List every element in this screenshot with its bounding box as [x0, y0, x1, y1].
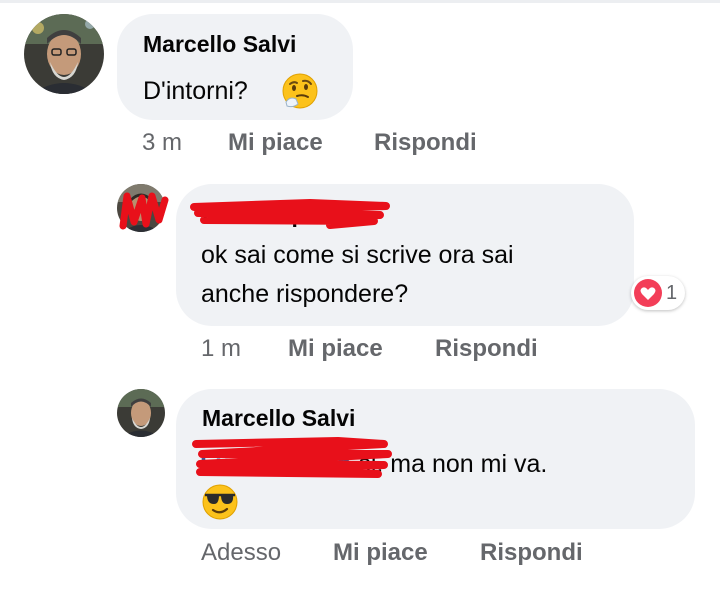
comment-text: D'intorni?	[143, 77, 248, 105]
comment-text-line: anche rispondere?	[201, 280, 409, 308]
thinking-face-icon	[281, 72, 319, 110]
comment-author[interactable]: Marcello Salvi	[143, 31, 296, 58]
smiling-face-with-sunglasses-icon	[201, 483, 239, 521]
reply-button[interactable]: Rispondi	[435, 335, 538, 363]
heart-icon	[634, 279, 662, 307]
reaction-summary[interactable]: 1	[631, 276, 686, 310]
comment-author[interactable]: Marcello Salvi	[202, 405, 355, 432]
reply-button[interactable]: Rispondi	[480, 539, 583, 567]
like-button[interactable]: Mi piace	[333, 539, 428, 567]
top-divider	[0, 0, 720, 3]
comment-timestamp[interactable]: 3 m	[142, 129, 182, 157]
like-button[interactable]: Mi piace	[228, 129, 323, 157]
reply-button[interactable]: Rispondi	[374, 129, 477, 157]
comment-author[interactable]: Luca Capitto	[202, 201, 341, 228]
reaction-count: 1	[666, 281, 678, 304]
like-button[interactable]: Mi piace	[288, 335, 383, 363]
comment-timestamp[interactable]: 1 m	[201, 335, 241, 363]
mention-link[interactable]: Luca Capitto	[200, 450, 351, 478]
avatar[interactable]	[24, 14, 104, 94]
avatar[interactable]	[117, 184, 165, 232]
comment-timestamp[interactable]: Adesso	[201, 539, 281, 567]
comment-text-body: si, ma non mi va.	[358, 450, 548, 478]
comment-text-line: ok sai come si scrive ora sai	[201, 241, 514, 269]
avatar[interactable]	[117, 389, 165, 437]
comment-text: Luca Capitto si, ma non mi va.	[200, 445, 547, 483]
